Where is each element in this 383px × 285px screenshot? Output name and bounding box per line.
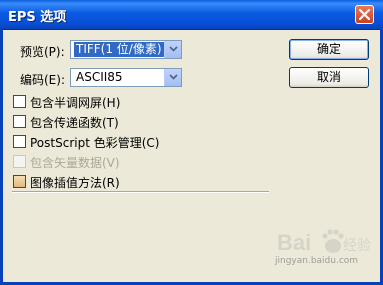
transfer-function-label[interactable]: 包含传递函数(T) <box>30 114 119 131</box>
svg-text:Bai: Bai <box>277 230 311 255</box>
separator <box>12 191 269 193</box>
eps-options-dialog: EPS 选项 预览(P): TIFF(1 位/像素) 编码(E): ASCII8… <box>0 0 383 285</box>
vector-data-label: 包含矢量数据(V) <box>30 156 120 170</box>
close-icon <box>359 9 370 20</box>
preview-label: 预览(P): <box>20 45 65 59</box>
vector-data-checkbox <box>13 155 26 168</box>
svg-text:经验: 经验 <box>343 237 371 253</box>
ok-button[interactable]: 确定 <box>289 39 369 60</box>
postscript-color-management-checkbox[interactable] <box>13 135 26 148</box>
chevron-down-icon <box>169 46 178 52</box>
preview-select-value: TIFF(1 位/像素) <box>74 42 164 57</box>
encoding-select-value: ASCII85 <box>76 70 123 84</box>
image-interpolation-checkbox[interactable] <box>13 175 26 188</box>
halftone-screen-checkbox[interactable] <box>13 95 26 108</box>
encoding-dropdown-button[interactable] <box>164 69 181 86</box>
preview-select[interactable]: TIFF(1 位/像素) <box>70 40 182 59</box>
encoding-label: 编码(E): <box>20 73 65 87</box>
postscript-color-management-label[interactable]: PostScript 色彩管理(C) <box>30 134 159 151</box>
window-title: EPS 选项 <box>8 10 67 25</box>
preview-dropdown-button[interactable] <box>164 41 181 58</box>
cancel-button[interactable]: 取消 <box>289 67 369 88</box>
title-bar[interactable]: EPS 选项 <box>0 0 383 30</box>
encoding-select[interactable]: ASCII85 <box>70 68 182 87</box>
transfer-function-checkbox[interactable] <box>13 115 26 128</box>
watermark-caption: jingyan.baidu.com <box>275 256 359 266</box>
halftone-screen-label[interactable]: 包含半调网屏(H) <box>30 94 120 111</box>
image-interpolation-label[interactable]: 图像插值方法(R) <box>30 174 120 191</box>
close-button[interactable] <box>355 5 374 24</box>
chevron-down-icon <box>169 74 178 80</box>
